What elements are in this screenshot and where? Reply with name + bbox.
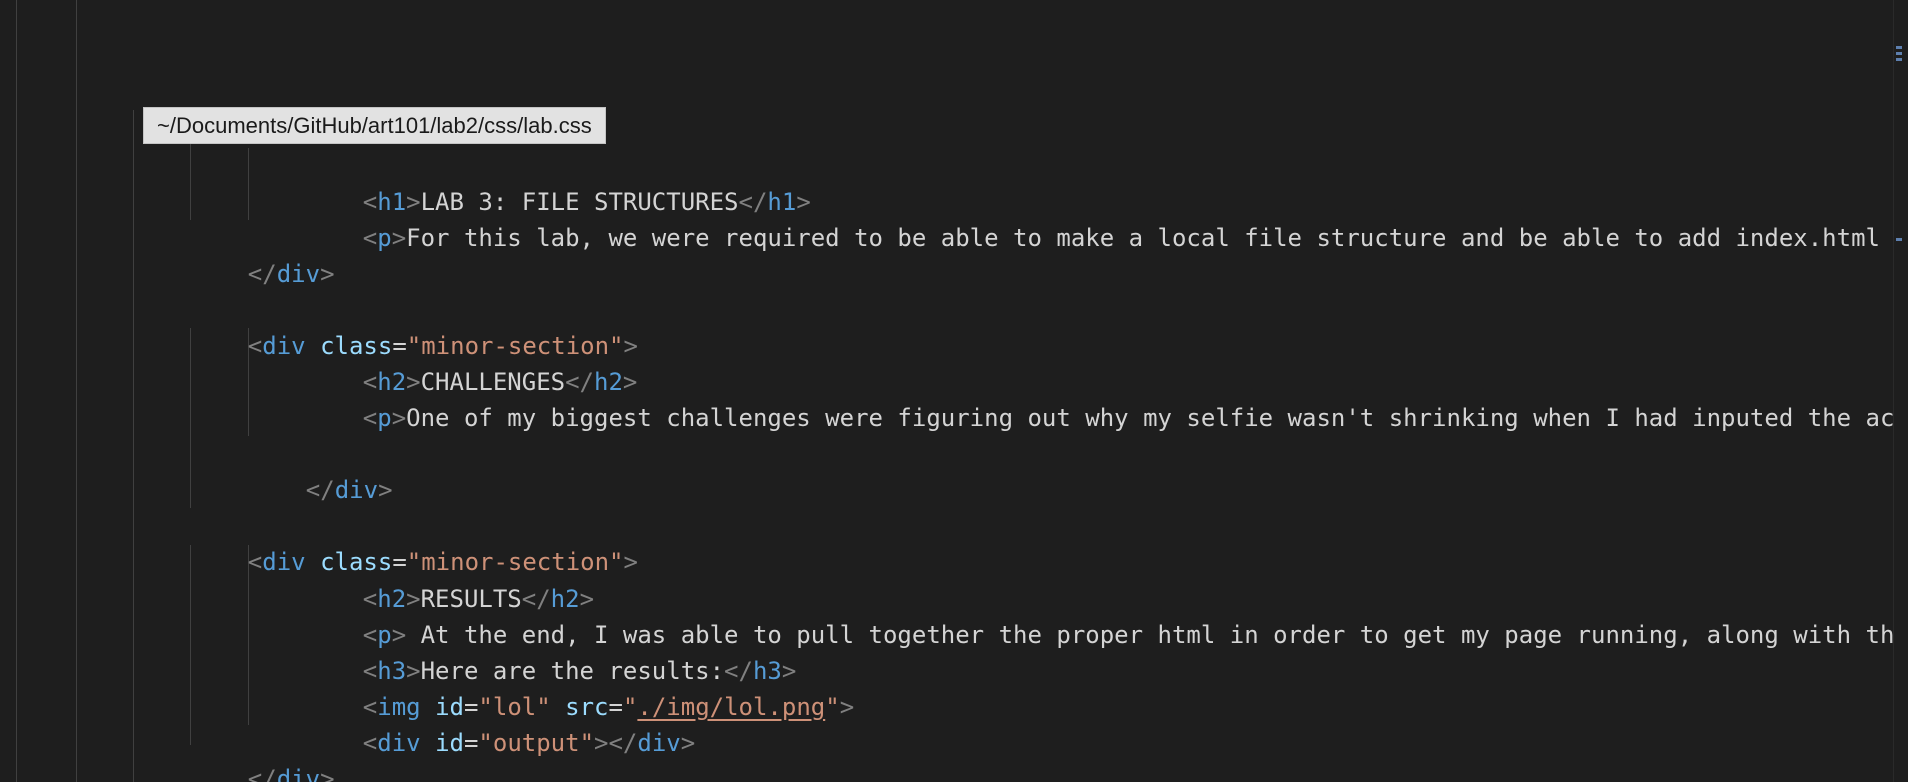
code-token: div <box>276 260 321 288</box>
code-text: One of my biggest challenges were figuri… <box>406 404 1908 432</box>
code-text: For this lab, we were required to be abl… <box>406 224 1908 252</box>
code-line[interactable]: <h1>LAB 3: FILE STRUCTURES</h1> <box>305 148 811 216</box>
code-token: p <box>377 404 392 432</box>
overview-ruler-mark <box>1896 58 1902 61</box>
code-editor[interactable]: ~/Documents/GitHub/art101/lab2/css/lab.c… <box>0 0 1908 782</box>
code-line[interactable]: <h2>CHALLENGES</h2> <box>305 328 638 396</box>
code-line[interactable]: </div> <box>248 436 393 504</box>
overview-ruler-mark <box>1896 238 1902 241</box>
code-token: div <box>334 476 379 504</box>
code-token: div <box>377 729 421 757</box>
code-line[interactable]: <p>One of my biggest challenges were fig… <box>305 364 1908 432</box>
vertical-scrollbar[interactable] <box>1893 0 1908 782</box>
code-line[interactable]: </div> <box>190 220 335 288</box>
overview-ruler-mark <box>1896 46 1902 49</box>
file-path-tooltip: ~/Documents/GitHub/art101/lab2/css/lab.c… <box>143 107 606 144</box>
indent-guide <box>248 148 249 220</box>
code-line[interactable]: <p>For this lab, we were required to be … <box>305 184 1908 252</box>
code-line[interactable]: <img id="lol" src="./img/lol.png"> <box>305 653 854 721</box>
code-line[interactable]: <h3>Here are the results:</h3> <box>305 617 797 685</box>
code-line[interactable]: </div> <box>190 725 335 782</box>
code-line[interactable]: <h2>RESULTS</h2> <box>305 545 594 613</box>
indent-guide <box>16 0 17 782</box>
code-attribute: id <box>435 729 464 757</box>
code-line[interactable]: <div class="minor-section"> <box>190 508 638 576</box>
code-token: div <box>262 548 306 576</box>
code-token: p <box>377 224 392 252</box>
overview-ruler-mark <box>1896 52 1902 55</box>
code-line[interactable]: <p> At the end, I was able to pull toget… <box>305 581 1908 649</box>
indent-guide <box>133 110 134 782</box>
indent-guide <box>76 0 77 782</box>
code-token: div <box>262 332 306 360</box>
code-string: "output" <box>478 729 595 757</box>
code-token: div <box>276 765 321 782</box>
code-line[interactable]: <div class="minor-section"> <box>190 292 638 360</box>
code-token: div <box>637 729 681 757</box>
code-line[interactable]: <div id="output"></div> <box>305 689 695 757</box>
